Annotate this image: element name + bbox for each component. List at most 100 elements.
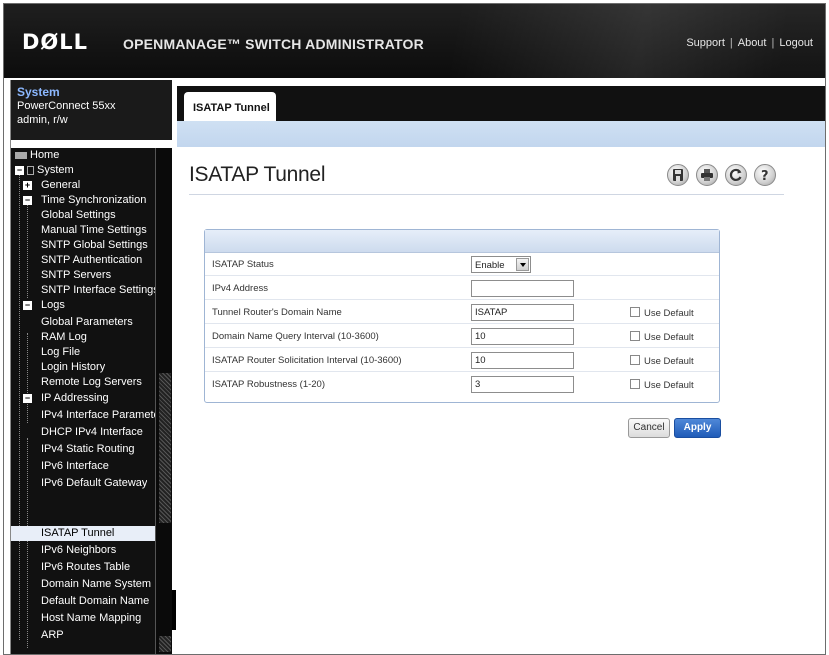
use-default-checkbox[interactable] xyxy=(630,307,640,317)
chevron-down-icon[interactable] xyxy=(516,258,529,271)
tree-guide-line xyxy=(27,438,28,648)
form-row-isatap-status: ISATAP Status Enable xyxy=(205,253,719,276)
tree-item-sntp-interface[interactable]: SNTP Interface Settings xyxy=(41,283,159,298)
tree-item-isatap-tunnel[interactable]: ISATAP Tunnel xyxy=(11,526,155,541)
tree-item-host-name-mapping[interactable]: Host Name Mapping xyxy=(41,611,141,626)
tree-item-dns[interactable]: Domain Name System xyxy=(41,577,151,592)
support-link[interactable]: Support xyxy=(686,37,725,49)
tree-item-ipv4-interface-params[interactable]: IPv4 Interface Parameters xyxy=(41,408,169,423)
use-default-label: Use Default xyxy=(644,356,694,367)
tree-item-ipv6-neighbors[interactable]: IPv6 Neighbors xyxy=(41,543,116,558)
system-model: PowerConnect 55xx xyxy=(17,100,116,112)
tree-item-time-sync[interactable]: − Time Synchronization xyxy=(23,193,146,208)
top-links: Support | About | Logout xyxy=(686,37,813,49)
sidebar: System PowerConnect 55xx admin, r/w Home… xyxy=(10,80,173,654)
isatap-status-select[interactable]: Enable xyxy=(471,256,531,273)
robustness-input[interactable] xyxy=(471,376,574,393)
field-label: ISATAP Status xyxy=(212,259,274,270)
link-separator: | xyxy=(771,37,775,49)
logout-link[interactable]: Logout xyxy=(779,37,813,49)
tree-item-dhcp-ipv4[interactable]: DHCP IPv4 Interface xyxy=(41,425,143,440)
tree-guide-line xyxy=(27,333,28,423)
tree-item-ipv6-routes[interactable]: IPv6 Routes Table xyxy=(41,560,130,575)
tree-item-sntp-auth[interactable]: SNTP Authentication xyxy=(41,253,142,268)
use-default-checkbox[interactable] xyxy=(630,331,640,341)
scrollbar-thumb[interactable] xyxy=(159,373,171,523)
header-bar: DØLL OPENMANAGE™ SWITCH ADMINISTRATOR Su… xyxy=(4,4,825,78)
tree-item-global-settings[interactable]: Global Settings xyxy=(41,208,116,223)
tree-item-system[interactable]: − System xyxy=(15,163,74,178)
tab-bar: ISATAP Tunnel xyxy=(177,86,825,121)
tree-item-arp[interactable]: ARP xyxy=(41,628,64,643)
page-title: ISATAP Tunnel xyxy=(189,163,326,186)
tree-item-remote-log[interactable]: Remote Log Servers xyxy=(41,375,142,390)
select-value: Enable xyxy=(475,260,505,271)
tree-item-general[interactable]: + General xyxy=(23,178,80,193)
tree-item-default-domain[interactable]: Default Domain Name xyxy=(41,594,149,609)
use-default-label: Use Default xyxy=(644,380,694,391)
tree-item-login-history[interactable]: Login History xyxy=(41,360,105,375)
scrollbar-end[interactable] xyxy=(159,636,171,652)
field-label: ISATAP Router Solicitation Interval (10-… xyxy=(212,355,402,366)
tree-item-ip-addressing[interactable]: − IP Addressing xyxy=(23,391,109,406)
field-label: Tunnel Router's Domain Name xyxy=(212,307,342,318)
form-row-solicitation-interval: ISATAP Router Solicitation Interval (10-… xyxy=(205,349,719,372)
tree-guide-line xyxy=(27,198,28,298)
tree-item-sntp-global[interactable]: SNTP Global Settings xyxy=(41,238,148,253)
tree-item-ipv6-default-gateway[interactable]: IPv6 Default Gateway xyxy=(41,476,147,491)
solicitation-interval-input[interactable] xyxy=(471,352,574,369)
apply-button[interactable]: Apply xyxy=(674,418,721,438)
tree-item-ipv4-static-routing[interactable]: IPv4 Static Routing xyxy=(41,442,135,457)
ipv4-address-input[interactable] xyxy=(471,280,574,297)
isatap-form: ISATAP Status Enable IPv4 Address Tunnel… xyxy=(204,229,720,403)
sidebar-splitter[interactable] xyxy=(172,80,177,654)
help-glyph: ? xyxy=(761,169,769,182)
use-default-label: Use Default xyxy=(644,308,694,319)
tree-item-global-parameters[interactable]: Global Parameters xyxy=(41,315,133,330)
about-link[interactable]: About xyxy=(738,37,767,49)
home-icon xyxy=(15,152,27,159)
system-title: System xyxy=(17,85,60,99)
link-separator: | xyxy=(729,37,733,49)
refresh-icon[interactable] xyxy=(725,164,747,186)
tree-item-home[interactable]: Home xyxy=(15,148,59,163)
print-icon[interactable] xyxy=(696,164,718,186)
tree-guide-line xyxy=(19,170,20,640)
query-interval-input[interactable] xyxy=(471,328,574,345)
domain-name-input[interactable] xyxy=(471,304,574,321)
help-icon[interactable]: ? xyxy=(754,164,776,186)
form-row-query-interval: Domain Name Query Interval (10-3600) Use… xyxy=(205,325,719,348)
tree-item-manual-time[interactable]: Manual Time Settings xyxy=(41,223,147,238)
collapse-icon[interactable]: − xyxy=(15,166,24,175)
use-default-checkbox[interactable] xyxy=(630,355,640,365)
splitter-grip[interactable] xyxy=(172,590,176,630)
collapse-icon[interactable]: − xyxy=(23,301,32,310)
save-icon[interactable] xyxy=(667,164,689,186)
tree-item-sntp-servers[interactable]: SNTP Servers xyxy=(41,268,111,283)
use-default-label: Use Default xyxy=(644,332,694,343)
tree-item-log-file[interactable]: Log File xyxy=(41,345,80,360)
field-label: IPv4 Address xyxy=(212,283,268,294)
folder-icon xyxy=(27,166,34,175)
title-divider xyxy=(189,194,784,195)
collapse-icon[interactable]: − xyxy=(23,394,32,403)
tab-isatap-tunnel[interactable]: ISATAP Tunnel xyxy=(184,92,276,121)
tree-item-ipv6-interface[interactable]: IPv6 Interface xyxy=(41,459,109,474)
navigation-tree: Home − System + General − Time Synchroni… xyxy=(11,148,173,654)
form-row-robustness: ISATAP Robustness (1-20) Use Default xyxy=(205,373,719,396)
dell-logo: DØLL xyxy=(22,30,89,54)
field-label: Domain Name Query Interval (10-3600) xyxy=(212,331,379,342)
system-info-panel: System PowerConnect 55xx admin, r/w xyxy=(11,80,173,140)
form-row-ipv4-address: IPv4 Address xyxy=(205,277,719,300)
form-row-domain-name: Tunnel Router's Domain Name Use Default xyxy=(205,301,719,324)
use-default-checkbox[interactable] xyxy=(630,379,640,389)
tree-item-ram-log[interactable]: RAM Log xyxy=(41,330,87,345)
cancel-button[interactable]: Cancel xyxy=(628,418,670,438)
app-title: OPENMANAGE™ SWITCH ADMINISTRATOR xyxy=(123,36,424,52)
expand-icon[interactable]: + xyxy=(23,181,32,190)
sub-header-bar xyxy=(177,121,825,147)
collapse-icon[interactable]: − xyxy=(23,196,32,205)
tree-scrollbar[interactable] xyxy=(155,148,173,654)
field-label: ISATAP Robustness (1-20) xyxy=(212,379,325,390)
tree-item-logs[interactable]: − Logs xyxy=(23,298,65,313)
